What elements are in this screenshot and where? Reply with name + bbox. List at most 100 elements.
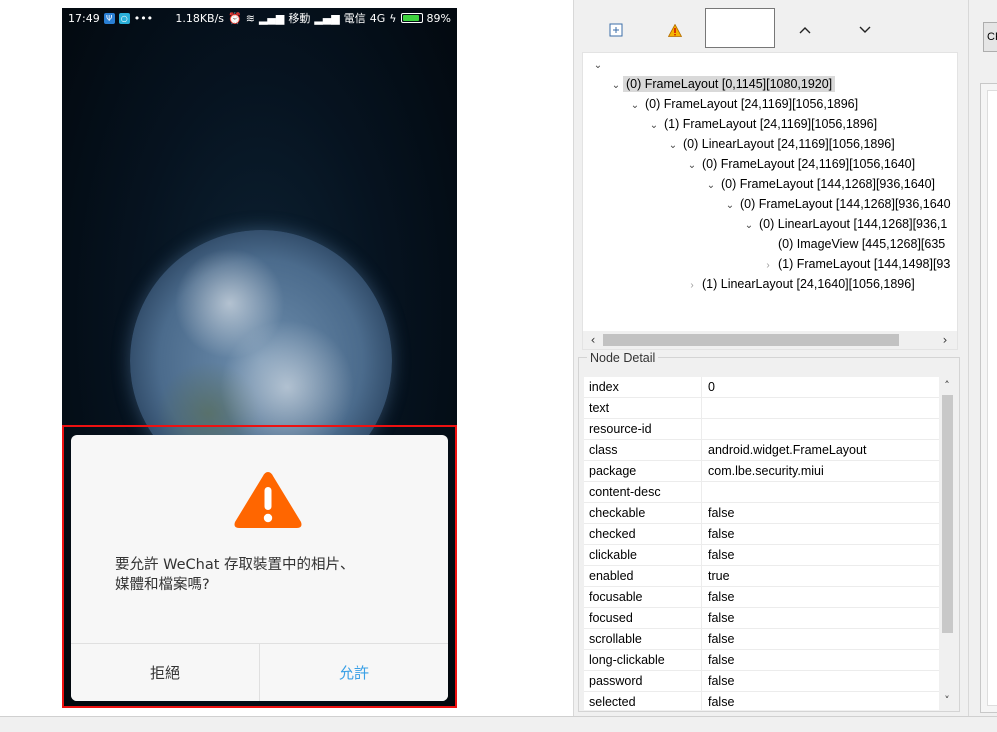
dialog-message: 要允許 WeChat 存取裝置中的相片、 媒體和檔案嗎? xyxy=(115,557,355,593)
detail-row[interactable]: checked false xyxy=(584,524,939,545)
detail-key: text xyxy=(584,398,702,418)
detail-key: focusable xyxy=(584,587,702,607)
tree-node[interactable]: › (1) LinearLayout [24,1640][1056,1896] xyxy=(685,274,918,294)
app-icon: ○ xyxy=(118,12,130,24)
detail-value: false xyxy=(708,527,735,541)
hierarchy-tree-panel: ⌄ ⌄ (0) FrameLayout [0,1145][1080,1920] ⌄(… xyxy=(582,52,958,350)
previous-button[interactable] xyxy=(791,16,819,44)
tree-node[interactable]: ⌄ (0) FrameLayout [0,1145][1080,1920] xyxy=(609,74,836,96)
node-detail-title: Node Detail xyxy=(587,351,659,365)
expand-all-button[interactable] xyxy=(602,16,630,44)
tree-node[interactable]: ⌄ (0) LinearLayout [144,1268][936,1 xyxy=(742,214,950,234)
detail-row[interactable]: content-desc xyxy=(584,482,939,503)
detail-value: false xyxy=(708,548,735,562)
detail-row[interactable]: password false xyxy=(584,671,939,692)
side-panel: CP xyxy=(968,0,997,716)
scrollbar-thumb[interactable] xyxy=(942,395,953,633)
detail-row[interactable]: package com.lbe.security.miui xyxy=(584,461,939,482)
carrier-2: 電信 xyxy=(343,12,366,25)
detail-key: class xyxy=(584,440,702,460)
detail-value: false xyxy=(708,590,735,604)
detail-value: android.widget.FrameLayout xyxy=(708,443,867,457)
detail-vertical-scrollbar[interactable]: ˄ ˅ xyxy=(939,377,955,710)
detail-key: enabled xyxy=(584,566,702,586)
tree-horizontal-scrollbar[interactable]: ‹ › xyxy=(583,331,957,349)
nav-warning-button[interactable] xyxy=(661,16,689,44)
battery-percent: 89% xyxy=(426,11,451,25)
detail-row[interactable]: long-clickable false xyxy=(584,650,939,671)
signal-icon-2: ▂▄▆ xyxy=(314,11,340,25)
scrollbar-thumb[interactable] xyxy=(603,334,899,346)
chevron-down-icon[interactable]: ⌄ xyxy=(647,116,661,136)
chevron-down-icon[interactable]: ⌄ xyxy=(723,196,737,216)
tree-node[interactable]: ⌄ (0) FrameLayout [24,1169][1056,1896] xyxy=(628,94,861,114)
detail-value: false xyxy=(708,695,735,709)
inspector-panel: ⌄ ⌄ (0) FrameLayout [0,1145][1080,1920] ⌄(… xyxy=(578,0,960,716)
detail-value xyxy=(702,398,939,418)
psi-icon: Ψ xyxy=(103,12,115,24)
tree-node[interactable]: ⌄ (0) FrameLayout [144,1268][936,1640 xyxy=(723,194,954,214)
dialog-button-bar: 拒絕 允許 xyxy=(71,643,448,701)
chevron-down-icon xyxy=(859,26,871,33)
chevron-right-icon[interactable]: › xyxy=(685,276,699,296)
deny-button[interactable]: 拒絕 xyxy=(71,644,260,701)
tree-node[interactable]: › (1) FrameLayout [144,1498][93 xyxy=(761,254,953,274)
scroll-left-icon[interactable]: ‹ xyxy=(585,332,601,348)
scroll-up-icon[interactable]: ˄ xyxy=(939,378,955,394)
tree-node[interactable]: ⌄ (0) FrameLayout [24,1169][1056,1640] xyxy=(685,154,918,174)
scroll-down-icon[interactable]: ˅ xyxy=(939,693,955,709)
hierarchy-tree[interactable]: ⌄ ⌄ (0) FrameLayout [0,1145][1080,1920] ⌄(… xyxy=(583,53,957,331)
chevron-right-icon[interactable]: › xyxy=(761,256,775,276)
warning-small-icon xyxy=(668,23,682,37)
scroll-right-icon[interactable]: › xyxy=(937,332,953,348)
allow-button[interactable]: 允許 xyxy=(260,644,448,701)
detail-row[interactable]: text xyxy=(584,398,939,419)
tree-node-label: (0) LinearLayout [24,1169][1056,1896] xyxy=(683,137,895,151)
detail-value xyxy=(702,482,939,502)
chevron-down-icon[interactable]: ⌄ xyxy=(685,156,699,176)
tree-node[interactable]: ⌄ (1) FrameLayout [24,1169][1056,1896] xyxy=(647,114,880,134)
chevron-up-icon xyxy=(799,27,811,34)
detail-row[interactable]: scrollable false xyxy=(584,629,939,650)
detail-row[interactable]: enabled true xyxy=(584,566,939,587)
tree-node-label: (0) FrameLayout [24,1169][1056,1896] xyxy=(645,97,859,111)
device-screenshot[interactable]: 17:49 Ψ ○ ••• 1.18KB/s ⏰ ≋ ▂▄▆ 移動 ▂▄▆ 電信… xyxy=(62,8,457,708)
search-input[interactable] xyxy=(705,8,775,48)
detail-key: content-desc xyxy=(584,482,702,502)
next-button[interactable] xyxy=(851,16,879,44)
chevron-down-icon[interactable]: ⌄ xyxy=(742,216,756,236)
detail-key: focused xyxy=(584,608,702,628)
chevron-down-icon[interactable]: ⌄ xyxy=(628,96,642,116)
tree-root-toggle[interactable]: ⌄ xyxy=(591,54,605,74)
detail-value: 0 xyxy=(708,380,715,394)
carrier-1: 移動 xyxy=(288,12,311,25)
cp-button[interactable]: CP xyxy=(983,22,997,52)
detail-value: false xyxy=(708,632,735,646)
wifi-icon: ≋ xyxy=(245,11,255,25)
detail-row[interactable]: resource-id xyxy=(584,419,939,440)
detail-row[interactable]: class android.widget.FrameLayout xyxy=(584,440,939,461)
chevron-down-icon[interactable]: ⌄ xyxy=(666,136,680,156)
tree-node-label: (0) FrameLayout [24,1169][1056,1640] xyxy=(702,157,916,171)
detail-row[interactable]: selected false xyxy=(584,692,939,710)
detail-value: com.lbe.security.miui xyxy=(708,464,824,478)
detail-value: false xyxy=(708,506,735,520)
detail-row[interactable]: index 0 xyxy=(584,377,939,398)
tree-node-label: (1) LinearLayout [24,1640][1056,1896] xyxy=(702,277,915,291)
tree-node[interactable]: (0) ImageView [445,1268][635 xyxy=(761,234,948,254)
detail-key: scrollable xyxy=(584,629,702,649)
detail-value xyxy=(702,419,939,439)
chevron-down-icon[interactable]: ⌄ xyxy=(704,176,718,196)
chevron-down-icon[interactable]: ⌄ xyxy=(609,76,623,96)
tree-node-label: (1) FrameLayout [144,1498][93 xyxy=(778,257,951,271)
network-speed: 1.18KB/s xyxy=(175,11,225,25)
detail-row[interactable]: clickable false xyxy=(584,545,939,566)
detail-row[interactable]: focused false xyxy=(584,608,939,629)
detail-row[interactable]: focusable false xyxy=(584,587,939,608)
tree-node[interactable]: ⌄ (0) LinearLayout [24,1169][1056,1896] xyxy=(666,134,898,154)
detail-key: checked xyxy=(584,524,702,544)
detail-value: false xyxy=(708,611,735,625)
detail-key: index xyxy=(584,377,702,397)
tree-node[interactable]: ⌄ (0) FrameLayout [144,1268][936,1640] xyxy=(704,174,938,194)
detail-row[interactable]: checkable false xyxy=(584,503,939,524)
